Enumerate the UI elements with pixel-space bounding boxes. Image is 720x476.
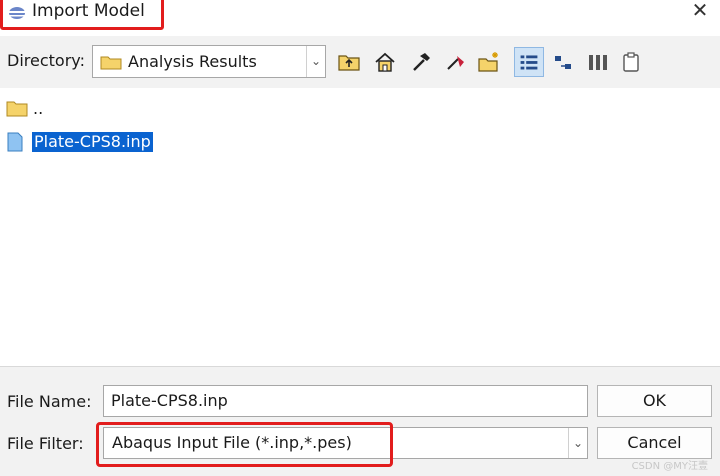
directory-combo[interactable]: Analysis Results ⌄ [92, 45, 326, 78]
chevron-down-icon[interactable]: ⌄ [306, 46, 325, 77]
paint-icon[interactable] [444, 50, 468, 74]
file-icon [7, 132, 23, 152]
title-annotation-box [0, 0, 164, 30]
file-name-label: File Name: [7, 392, 92, 411]
file-form: File Name: Plate-CPS8.inp OK File Filter… [0, 366, 720, 476]
folder-icon [100, 56, 122, 70]
filter-annotation-box [96, 422, 393, 467]
title-bar: Import Model ✕ [0, 0, 720, 32]
list-item-label: .. [33, 99, 44, 118]
list-view-icon[interactable] [514, 47, 544, 77]
home-icon[interactable] [373, 50, 397, 74]
chevron-down-icon[interactable]: ⌄ [568, 428, 587, 458]
directory-toolbar: Directory: Analysis Results ⌄ [0, 36, 720, 88]
hammer-icon[interactable] [409, 50, 433, 74]
details-view-icon[interactable] [552, 50, 576, 74]
file-filter-label: File Filter: [7, 434, 84, 453]
directory-label: Directory: [7, 51, 85, 70]
folder-up-icon[interactable] [337, 50, 361, 74]
directory-value: Analysis Results [128, 52, 257, 71]
close-icon[interactable]: ✕ [688, 0, 712, 22]
watermark: CSDN @MY汪壹 [631, 461, 708, 472]
file-name-input[interactable]: Plate-CPS8.inp [103, 385, 588, 417]
cancel-button[interactable]: Cancel [597, 427, 712, 459]
ok-button[interactable]: OK [597, 385, 712, 417]
new-folder-icon[interactable] [477, 50, 501, 74]
list-item-label: Plate-CPS8.inp [32, 132, 153, 152]
file-list[interactable]: .. Plate-CPS8.inp [0, 91, 720, 366]
columns-icon[interactable] [586, 50, 610, 74]
folder-icon [6, 101, 28, 117]
clipboard-icon[interactable] [619, 50, 643, 74]
